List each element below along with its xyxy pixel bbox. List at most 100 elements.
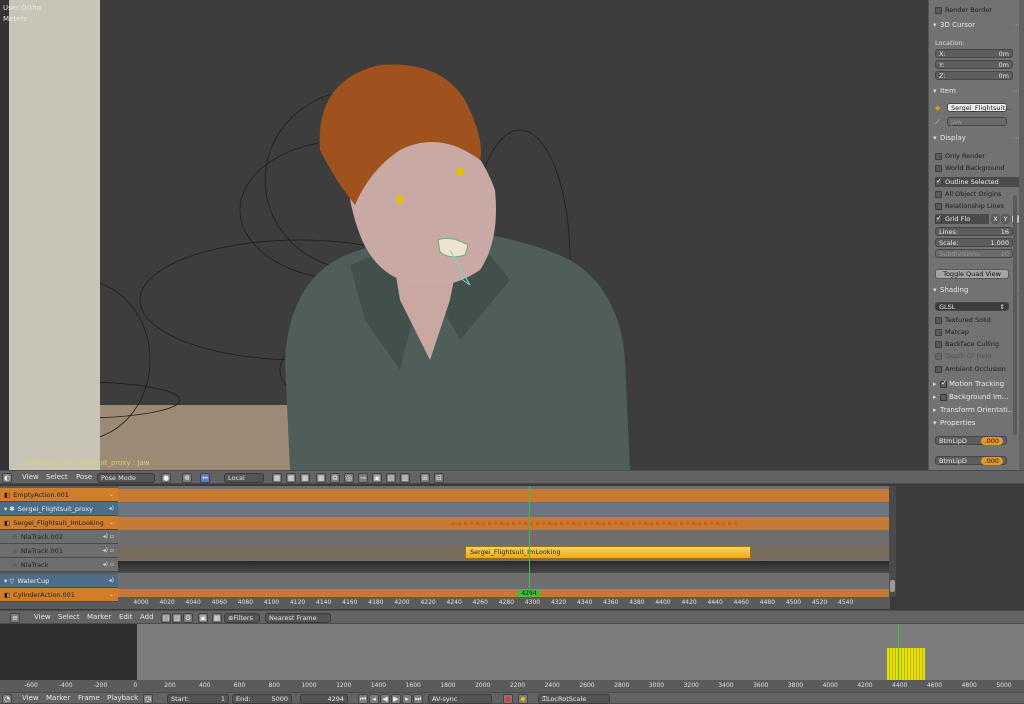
jump-start-icon[interactable]: ⏮ bbox=[358, 694, 368, 704]
menu-pose[interactable]: Pose bbox=[76, 473, 92, 481]
checkbox[interactable] bbox=[935, 202, 942, 210]
current-frame-field[interactable]: 4294 bbox=[300, 694, 348, 704]
expand-icon[interactable]: ⌄ bbox=[109, 519, 114, 526]
layer-icon[interactable]: ▦ bbox=[272, 473, 282, 483]
play-reverse-icon[interactable]: ◀ bbox=[380, 694, 390, 704]
grid-floor-option[interactable]: Grid Flo bbox=[935, 214, 989, 224]
next-keyframe-icon[interactable]: ▸ bbox=[402, 694, 412, 704]
snap-icon[interactable]: ⊸ bbox=[358, 473, 368, 483]
3d-viewport[interactable]: User Ortho Meters (4294) Sergei_Flightsu… bbox=[0, 0, 928, 470]
timeline-playhead[interactable] bbox=[898, 624, 899, 680]
toggle-quad-view-button[interactable]: Toggle Quad View bbox=[935, 269, 1009, 279]
nla-channel[interactable]: ▾ ▽ WaterCup ◂) bbox=[0, 574, 118, 588]
opengl-render-icon[interactable]: ▤ bbox=[386, 473, 396, 483]
cursor-x-field[interactable]: X: 0m bbox=[935, 49, 1013, 58]
checkbox[interactable] bbox=[935, 164, 942, 172]
panel-shading[interactable]: ▾Shading⋯ bbox=[933, 286, 1020, 297]
layer-icon[interactable]: ▦ bbox=[316, 473, 326, 483]
bone-name-field[interactable]: Jaw bbox=[947, 117, 1007, 126]
panel-background-images[interactable]: ▸ Background Im... bbox=[933, 393, 1019, 404]
shading-icon[interactable]: ● bbox=[161, 473, 171, 483]
panel-motion-tracking[interactable]: ▸ Motion Tracking bbox=[933, 379, 1019, 391]
keyframe-icon[interactable]: ◆ bbox=[518, 694, 528, 704]
render-border-checkbox[interactable] bbox=[935, 6, 942, 14]
lock-icon[interactable]: ◂) ▫ bbox=[103, 533, 114, 540]
snap-target-icon[interactable]: ▣ bbox=[372, 473, 382, 483]
nla-channel[interactable]: ◧ CylinderAction.001 ⌄ bbox=[0, 588, 118, 602]
grid-axis-x-toggle[interactable]: X bbox=[991, 214, 1000, 224]
mute-icon[interactable]: ◂) bbox=[109, 505, 114, 512]
checkbox[interactable] bbox=[935, 190, 942, 198]
lock-icon[interactable]: ◂) ▫ bbox=[103, 547, 114, 554]
show-hidden-icon[interactable]: ▥ bbox=[172, 613, 182, 623]
keying-set-select[interactable]: ⚿ LocRotScale bbox=[538, 694, 610, 704]
object-name-field[interactable]: Sergei_Flightsuit... bbox=[947, 103, 1011, 112]
shading-option[interactable]: Textured Solid bbox=[935, 315, 1015, 325]
menu-frame[interactable]: Frame bbox=[78, 694, 100, 702]
menu-playback[interactable]: Playback bbox=[107, 694, 138, 702]
panel-transform-orientations[interactable]: ▸ Transform Orientati... bbox=[933, 406, 1019, 417]
timeline-area[interactable] bbox=[137, 624, 1024, 680]
shading-option[interactable]: Matcap bbox=[935, 327, 1015, 337]
grid-axis-y-toggle[interactable]: Y bbox=[1001, 214, 1010, 224]
property-field[interactable]: BtmLipD .000 bbox=[935, 436, 1007, 445]
display-option[interactable]: World Background bbox=[935, 163, 1015, 173]
nla-channel-list[interactable]: ◧ EmptyAction.001 ⌄ ▾ ✱ Sergei_Flightsuit_p… bbox=[0, 486, 118, 609]
editor-type-icon[interactable]: ≡ bbox=[10, 613, 20, 623]
nla-track[interactable]: ☆ NlaTrack.002 ◂) ▫ bbox=[0, 530, 118, 544]
end-frame-field[interactable]: End: 5000 bbox=[232, 694, 292, 704]
lock-icon[interactable]: ◂) ▫ bbox=[103, 561, 114, 568]
scrollbar-thumb[interactable] bbox=[890, 580, 895, 592]
checkbox[interactable] bbox=[935, 214, 942, 223]
nla-scrollbar[interactable] bbox=[889, 486, 896, 597]
orientation-select[interactable]: Local bbox=[224, 473, 264, 483]
grid-subdivisions-field[interactable]: Subdivisions: 10 bbox=[935, 249, 1013, 258]
errors-icon[interactable]: ⚙ bbox=[183, 613, 193, 623]
nla-strip-area[interactable]: Sergei_Flightsuit_ImLooking 4294 bbox=[118, 486, 890, 597]
jump-end-icon[interactable]: ⏭ bbox=[413, 694, 423, 704]
checkbox[interactable] bbox=[935, 328, 942, 336]
shading-mode-select[interactable]: GLSL ⇕ bbox=[935, 302, 1009, 311]
start-frame-field[interactable]: Start: 1 bbox=[167, 694, 229, 704]
shading-option[interactable]: Ambient Occlusion bbox=[935, 364, 1015, 374]
display-option[interactable]: Outline Selected bbox=[935, 177, 1019, 187]
copy-pose-icon[interactable]: ⊞ bbox=[420, 473, 430, 483]
prev-keyframe-icon[interactable]: ◂ bbox=[369, 694, 379, 704]
snap-select[interactable]: Nearest Frame bbox=[265, 613, 331, 623]
mute-icon[interactable]: ◂) bbox=[109, 577, 114, 584]
filter-by-type-icon[interactable]: ▦ bbox=[212, 613, 222, 623]
proportional-edit-icon[interactable]: ◎ bbox=[344, 473, 354, 483]
render-animation-icon[interactable]: ▥ bbox=[400, 473, 410, 483]
display-option[interactable]: Only Render bbox=[935, 151, 1015, 161]
paste-pose-icon[interactable]: ⊟ bbox=[434, 473, 444, 483]
nla-track[interactable]: ☆ NlaTrack ◂) ▫ bbox=[0, 558, 118, 572]
nla-channel[interactable]: ◧ EmptyAction.001 ⌄ bbox=[0, 488, 118, 502]
checkbox[interactable] bbox=[935, 152, 942, 160]
editor-type-icon[interactable]: ◐ bbox=[2, 473, 12, 483]
preview-range-icon[interactable]: ◷ bbox=[143, 694, 153, 704]
expand-icon[interactable]: ⌄ bbox=[109, 591, 114, 598]
cursor-y-field[interactable]: Y: 0m bbox=[935, 60, 1013, 69]
menu-add[interactable]: Add bbox=[140, 613, 154, 621]
shading-option[interactable]: Backface Culling bbox=[935, 339, 1015, 349]
menu-select[interactable]: Select bbox=[46, 473, 68, 481]
timeline-ruler[interactable]: -600 -400 -200 0 200 400 600 800 1000 1200 1400 160… bbox=[0, 680, 1024, 692]
auto-keying-icon[interactable]: ● bbox=[503, 694, 513, 704]
checkbox[interactable] bbox=[935, 365, 942, 373]
include-missing-icon[interactable]: ▣ bbox=[198, 613, 208, 623]
checkbox[interactable] bbox=[935, 340, 942, 348]
nla-action-strip[interactable]: Sergei_Flightsuit_ImLooking bbox=[465, 546, 751, 559]
nla-channel[interactable]: ◧ Sergei_Flightsuit_ImLooking ⌄ bbox=[0, 516, 118, 530]
checkbox[interactable] bbox=[935, 352, 942, 360]
shading-option[interactable]: Depth Of Field bbox=[935, 351, 1015, 361]
character-model[interactable] bbox=[100, 40, 928, 470]
display-option[interactable]: Relationship Lines bbox=[935, 201, 1015, 211]
menu-view[interactable]: View bbox=[34, 613, 51, 621]
playhead-line[interactable] bbox=[529, 486, 530, 597]
manipulator-icon[interactable]: ↔ bbox=[200, 473, 210, 483]
panel-3d-cursor[interactable]: ▾ 3D Cursor ⋯ bbox=[933, 21, 1020, 32]
checkbox[interactable] bbox=[935, 316, 942, 324]
filters-toggle[interactable]: ⊛ Filters bbox=[224, 613, 260, 623]
cursor-z-field[interactable]: Z: 0m bbox=[935, 71, 1013, 80]
property-field[interactable]: BtmLipD .000 bbox=[935, 456, 1007, 465]
